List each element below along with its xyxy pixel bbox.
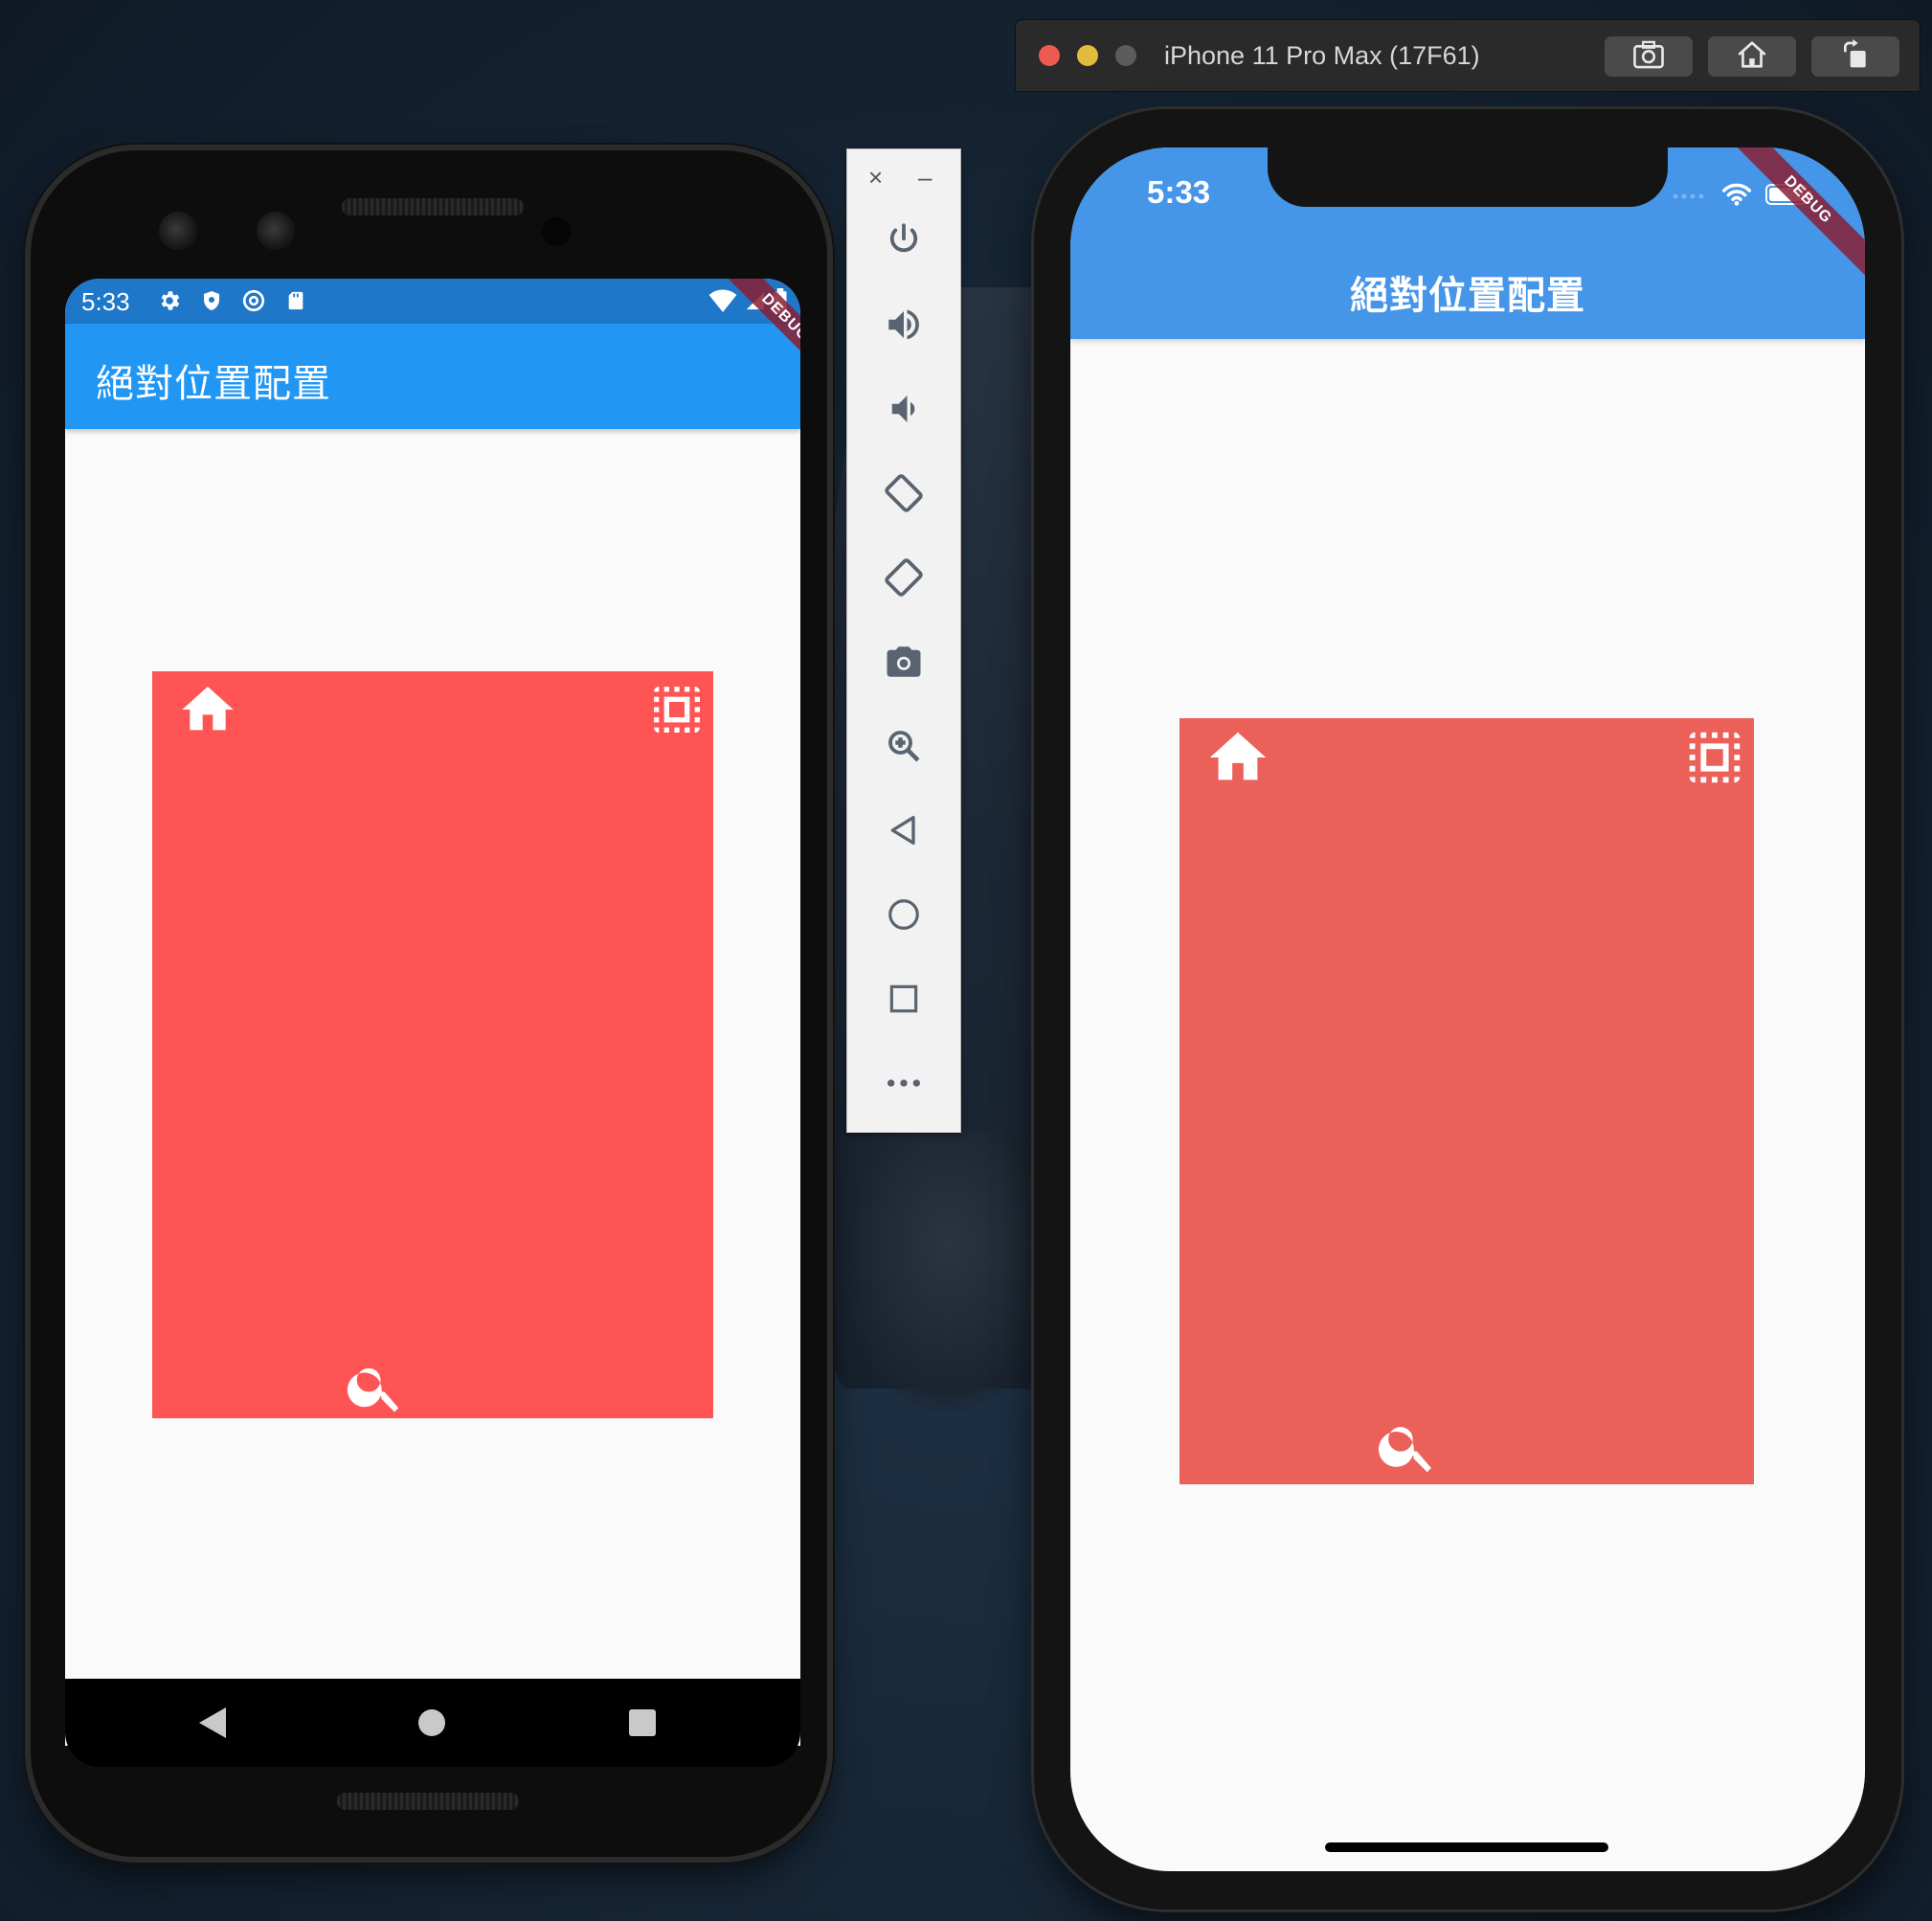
more-icon[interactable] <box>880 1059 928 1107</box>
home-icon <box>1204 724 1271 796</box>
shield-icon <box>197 287 226 314</box>
window-zoom-button[interactable] <box>1115 45 1136 66</box>
status-time: 5:33 <box>81 287 130 316</box>
android-screen: 5:33 絕對位置配置 DEBUG <box>65 279 800 1746</box>
window-minimize-button[interactable] <box>1077 45 1098 66</box>
android-status-bar: 5:33 <box>65 279 800 324</box>
zoom-icon[interactable] <box>880 722 928 770</box>
settings-gear-icon <box>155 287 184 314</box>
select-all-icon <box>646 679 708 745</box>
emulator-close-button[interactable]: × <box>868 163 883 192</box>
home-icon <box>1736 40 1768 74</box>
rotate-icon <box>1840 38 1871 75</box>
emulator-toolbar: × – <box>846 148 961 1133</box>
cell-signal-icon <box>1672 189 1708 206</box>
overview-icon[interactable] <box>880 975 928 1023</box>
home-icon[interactable] <box>880 891 928 938</box>
power-icon[interactable] <box>880 216 928 264</box>
at-sign-icon <box>239 287 268 314</box>
select-all-icon <box>1681 724 1748 796</box>
android-app-bar: 絕對位置配置 <box>65 324 800 429</box>
volume-down-icon[interactable] <box>880 385 928 433</box>
home-button[interactable] <box>1707 35 1797 78</box>
rotate-right-icon[interactable] <box>880 554 928 601</box>
bottom-speaker <box>337 1793 519 1810</box>
iphone-screen: 5:33 絕對位置配置 DEBUG <box>1070 147 1865 1871</box>
home-icon <box>177 679 238 745</box>
nav-home-button[interactable] <box>418 1709 445 1736</box>
nav-back-button[interactable] <box>199 1707 226 1738</box>
iphone-device-frame: 5:33 絕對位置配置 DEBUG <box>1034 109 1901 1910</box>
back-icon[interactable] <box>880 806 928 854</box>
emulator-minimize-button[interactable]: – <box>918 163 932 192</box>
proximity-sensor <box>542 217 571 246</box>
wifi-icon <box>1721 182 1752 212</box>
desktop-wallpaper-rocks <box>833 1130 1063 1417</box>
wifi-icon <box>708 289 737 317</box>
rotate-left-icon[interactable] <box>880 469 928 517</box>
sd-card-icon <box>281 287 310 314</box>
front-camera-icon <box>159 212 197 250</box>
status-notification-icons <box>155 287 310 314</box>
page-title: 絕對位置配置 <box>1350 275 1585 317</box>
page-title: 絕對位置配置 <box>96 363 331 405</box>
camera-icon[interactable] <box>880 638 928 686</box>
positioned-stack-box <box>1179 718 1754 1484</box>
simulator-window-title: iPhone 11 Pro Max (17F61) <box>1164 41 1480 70</box>
nav-recents-button[interactable] <box>629 1709 656 1736</box>
status-time: 5:33 <box>1147 174 1211 210</box>
rotate-button[interactable] <box>1810 35 1900 78</box>
screenshot-icon <box>1631 39 1666 75</box>
volume-up-icon[interactable] <box>880 301 928 349</box>
home-indicator[interactable] <box>1325 1842 1608 1852</box>
iphone-notch <box>1268 147 1668 207</box>
search-icon <box>1375 1413 1440 1483</box>
positioned-stack-box <box>152 671 713 1418</box>
earpiece-speaker <box>342 198 524 215</box>
screenshot-button[interactable] <box>1604 35 1694 78</box>
front-sensor-icon <box>257 212 295 250</box>
window-close-button[interactable] <box>1039 45 1060 66</box>
android-device-frame: 5:33 絕對位置配置 DEBUG <box>31 150 827 1857</box>
simulator-window-titlebar: iPhone 11 Pro Max (17F61) <box>1015 19 1921 92</box>
search-icon <box>344 1355 407 1423</box>
android-navigation-bar <box>65 1679 800 1767</box>
